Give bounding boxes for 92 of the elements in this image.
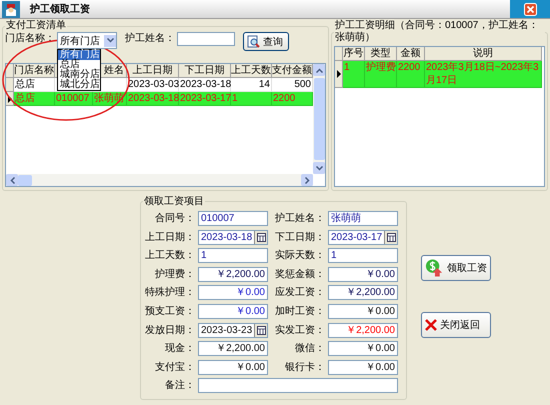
field-label: 上工天数： xyxy=(144,248,195,264)
field-label: 奖惩金额： xyxy=(274,268,325,282)
row-pointer-icon xyxy=(336,70,340,78)
table-cell: 010007 xyxy=(55,92,93,106)
chevron-left-icon xyxy=(10,176,14,184)
field-label: 护理费： xyxy=(154,268,195,282)
column-header[interactable]: 序号 xyxy=(343,47,365,61)
vertical-scrollbar[interactable] xyxy=(313,64,325,174)
field-label: 微信： xyxy=(294,342,325,356)
table-cell: 总店 xyxy=(14,92,55,106)
input-field[interactable]: ￥0.00 xyxy=(328,360,398,375)
column-header[interactable]: 金额 xyxy=(397,47,425,61)
group-title: 护工工资明细（合同号：010007，护工姓名：张萌萌） xyxy=(334,20,540,44)
app-icon xyxy=(2,0,20,18)
search-icon xyxy=(247,35,260,48)
row-selector[interactable] xyxy=(335,61,343,88)
horizontal-scrollbar[interactable] xyxy=(6,174,313,186)
row-pointer-icon xyxy=(8,94,12,102)
close-icon xyxy=(425,319,437,331)
store-dropdown[interactable]: 所有门店 xyxy=(57,32,117,49)
chevron-down-icon xyxy=(316,166,322,170)
money-icon xyxy=(425,258,444,278)
input-field[interactable]: ￥0.00 xyxy=(328,304,398,319)
group-title: 支付工资清单 xyxy=(5,20,67,32)
field-label: 护工姓名： xyxy=(125,32,175,46)
scrollbar-thumb[interactable] xyxy=(18,174,32,186)
date-field[interactable]: 2023-03-23 xyxy=(198,322,268,338)
field-label: 加时工资： xyxy=(274,304,325,319)
field-label: 合同号： xyxy=(154,212,195,226)
table-cell: 2200 xyxy=(397,61,425,88)
column-header[interactable]: 说明 xyxy=(425,47,542,61)
chevron-up-icon xyxy=(316,68,322,72)
table-cell: 2200 xyxy=(272,92,313,106)
table-cell: 2023年3月18日~2023年3月17日 xyxy=(425,61,542,88)
grid-corner xyxy=(6,64,14,78)
scrollbar-thumb[interactable] xyxy=(314,78,324,160)
field-label: 下工日期： xyxy=(274,230,325,245)
table-cell: 1 xyxy=(343,61,365,88)
calendar-icon[interactable] xyxy=(256,326,266,335)
dropdown-option[interactable]: 城北分店 xyxy=(58,80,100,90)
input-field[interactable] xyxy=(198,378,398,394)
calendar-icon[interactable] xyxy=(386,232,396,242)
input-field[interactable]: 张萌萌 xyxy=(328,211,398,226)
table-cell: 1 xyxy=(231,92,272,106)
column-header[interactable]: 类型 xyxy=(365,47,397,61)
field-label: 应发工资： xyxy=(274,286,325,300)
query-button[interactable]: 查询 xyxy=(243,32,289,51)
input-field[interactable]: ￥2,200.00 xyxy=(198,341,268,356)
input-field[interactable]: ￥0.00 xyxy=(198,360,268,375)
field-label: 现金： xyxy=(164,342,195,356)
chevron-down-icon xyxy=(106,38,114,43)
column-header[interactable]: 上工天数 xyxy=(231,64,272,78)
field-label: 上工日期： xyxy=(144,230,195,245)
field-label: 发放日期： xyxy=(144,324,195,338)
column-header[interactable]: 下工日期 xyxy=(179,64,231,78)
input-field[interactable]: ￥2,200.00 xyxy=(328,285,398,300)
calendar-icon[interactable] xyxy=(256,232,266,242)
window-title: 护工领取工资 xyxy=(30,2,90,16)
table-cell: 2023-03-18 xyxy=(127,92,179,106)
field-label: 备注： xyxy=(164,378,195,394)
field-label: 特殊护理： xyxy=(144,286,195,300)
input-field[interactable]: ￥0.00 xyxy=(328,341,398,356)
field-label: 支付宝： xyxy=(154,360,195,375)
receive-wage-button[interactable]: 领取工资 xyxy=(421,255,491,281)
field-label: 实发工资： xyxy=(274,324,325,338)
column-header[interactable]: 支付金额 xyxy=(272,64,313,78)
column-header[interactable]: 门店名称 xyxy=(14,64,55,78)
input-field[interactable]: 1 xyxy=(328,248,398,264)
input-field[interactable]: ￥2,200.00 xyxy=(198,266,268,282)
field-label: 实际天数： xyxy=(274,248,325,264)
close-icon[interactable] xyxy=(524,2,536,16)
input-field[interactable]: 1 xyxy=(198,248,268,264)
input-field[interactable]: ￥2,200.00 xyxy=(328,322,398,338)
field-label: 门店名称： xyxy=(5,32,55,46)
group-title: 领取工资项目 xyxy=(143,195,205,208)
grid-corner xyxy=(335,47,343,61)
date-field[interactable]: 2023-03-17 xyxy=(328,230,398,245)
field-label: 护工姓名： xyxy=(274,212,325,226)
dropdown-option[interactable]: 所有门店 xyxy=(58,50,100,60)
input-field[interactable]: ￥0.00 xyxy=(198,285,268,300)
table-cell: 护理费 xyxy=(365,61,397,88)
date-field[interactable]: 2023-03-18 xyxy=(198,230,268,245)
name-input-field[interactable] xyxy=(177,32,235,46)
input-field[interactable]: ￥0.00 xyxy=(198,304,268,319)
chevron-right-icon xyxy=(304,176,310,184)
column-header[interactable]: 上工日期 xyxy=(127,64,179,78)
field-label: 预支工资： xyxy=(144,304,195,319)
input-field[interactable]: ￥0.00 xyxy=(328,266,398,282)
table-cell: 2023-03-17 xyxy=(179,92,231,106)
close-button[interactable]: 关闭返回 xyxy=(421,312,491,338)
field-label: 银行卡： xyxy=(284,360,325,375)
input-field[interactable]: 010007 xyxy=(198,211,268,226)
